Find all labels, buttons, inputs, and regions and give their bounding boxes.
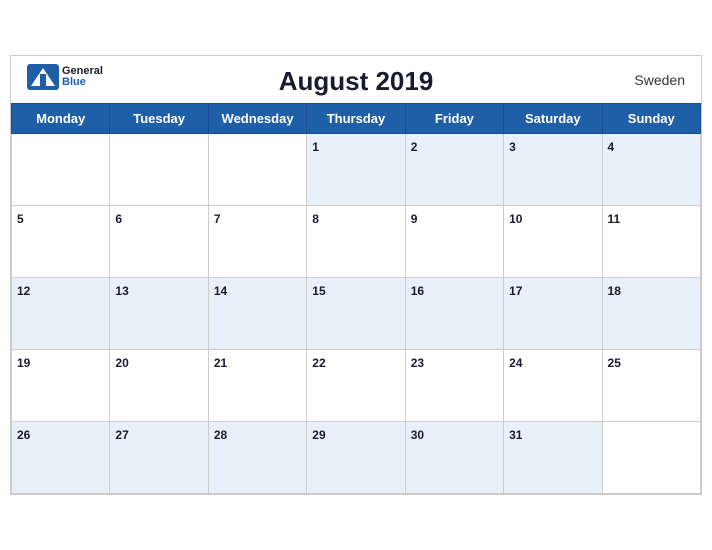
logo-icon bbox=[27, 64, 59, 90]
day-number: 13 bbox=[115, 284, 128, 298]
header-thursday: Thursday bbox=[307, 104, 405, 134]
calendar-day-cell: 8 bbox=[307, 206, 405, 278]
calendar-day-cell: 31 bbox=[504, 422, 602, 494]
calendar-header: General Blue August 2019 Sweden bbox=[11, 56, 701, 103]
calendar-container: General Blue August 2019 Sweden Monday T… bbox=[10, 55, 702, 495]
calendar-day-cell: 27 bbox=[110, 422, 208, 494]
calendar-day-cell: 9 bbox=[405, 206, 503, 278]
day-number: 18 bbox=[608, 284, 621, 298]
country-label: Sweden bbox=[634, 72, 685, 88]
day-number: 12 bbox=[17, 284, 30, 298]
logo-blue-text: Blue bbox=[62, 77, 103, 88]
day-number: 24 bbox=[509, 356, 522, 370]
day-number: 23 bbox=[411, 356, 424, 370]
calendar-day-cell: 21 bbox=[208, 350, 306, 422]
calendar-week-row: 1 2 3 4 bbox=[12, 134, 701, 206]
day-number: 10 bbox=[509, 212, 522, 226]
day-number: 19 bbox=[17, 356, 30, 370]
calendar-day-cell: 29 bbox=[307, 422, 405, 494]
header-friday: Friday bbox=[405, 104, 503, 134]
header-tuesday: Tuesday bbox=[110, 104, 208, 134]
logo-area: General Blue bbox=[27, 64, 103, 90]
calendar-table: Monday Tuesday Wednesday Thursday Friday… bbox=[11, 103, 701, 494]
day-number: 15 bbox=[312, 284, 325, 298]
calendar-day-cell: 15 bbox=[307, 278, 405, 350]
day-number: 29 bbox=[312, 428, 325, 442]
calendar-day-cell: 19 bbox=[12, 350, 110, 422]
day-number: 21 bbox=[214, 356, 227, 370]
day-number: 7 bbox=[214, 212, 221, 226]
day-number: 16 bbox=[411, 284, 424, 298]
calendar-day-cell: 4 bbox=[602, 134, 700, 206]
calendar-day-cell: 14 bbox=[208, 278, 306, 350]
calendar-day-cell: 3 bbox=[504, 134, 602, 206]
calendar-day-cell bbox=[110, 134, 208, 206]
header-wednesday: Wednesday bbox=[208, 104, 306, 134]
day-number: 6 bbox=[115, 212, 122, 226]
calendar-day-cell: 5 bbox=[12, 206, 110, 278]
calendar-day-cell: 1 bbox=[307, 134, 405, 206]
calendar-day-cell: 17 bbox=[504, 278, 602, 350]
calendar-day-cell: 24 bbox=[504, 350, 602, 422]
day-number: 3 bbox=[509, 140, 516, 154]
day-number: 26 bbox=[17, 428, 30, 442]
day-number: 5 bbox=[17, 212, 24, 226]
day-number: 31 bbox=[509, 428, 522, 442]
header-saturday: Saturday bbox=[504, 104, 602, 134]
calendar-day-cell: 13 bbox=[110, 278, 208, 350]
day-number: 27 bbox=[115, 428, 128, 442]
calendar-day-cell: 6 bbox=[110, 206, 208, 278]
calendar-day-cell: 26 bbox=[12, 422, 110, 494]
calendar-day-cell: 28 bbox=[208, 422, 306, 494]
calendar-day-cell: 2 bbox=[405, 134, 503, 206]
calendar-week-row: 5 6 7 8 9 10 11 bbox=[12, 206, 701, 278]
calendar-day-cell: 30 bbox=[405, 422, 503, 494]
calendar-day-cell: 7 bbox=[208, 206, 306, 278]
day-number: 4 bbox=[608, 140, 615, 154]
day-number: 28 bbox=[214, 428, 227, 442]
day-number: 8 bbox=[312, 212, 319, 226]
calendar-day-cell: 10 bbox=[504, 206, 602, 278]
day-number: 9 bbox=[411, 212, 418, 226]
calendar-day-cell: 22 bbox=[307, 350, 405, 422]
day-number: 11 bbox=[608, 212, 621, 226]
calendar-week-row: 19 20 21 22 23 24 25 bbox=[12, 350, 701, 422]
header-sunday: Sunday bbox=[602, 104, 700, 134]
calendar-day-cell bbox=[602, 422, 700, 494]
header-monday: Monday bbox=[12, 104, 110, 134]
day-number: 20 bbox=[115, 356, 128, 370]
calendar-day-cell: 11 bbox=[602, 206, 700, 278]
calendar-day-cell: 25 bbox=[602, 350, 700, 422]
day-number: 25 bbox=[608, 356, 621, 370]
calendar-day-cell: 20 bbox=[110, 350, 208, 422]
calendar-week-row: 12 13 14 15 16 17 18 bbox=[12, 278, 701, 350]
calendar-day-cell: 18 bbox=[602, 278, 700, 350]
calendar-day-cell: 12 bbox=[12, 278, 110, 350]
day-number: 2 bbox=[411, 140, 418, 154]
calendar-title: August 2019 bbox=[279, 66, 434, 97]
day-number: 14 bbox=[214, 284, 227, 298]
day-number: 17 bbox=[509, 284, 522, 298]
calendar-day-cell bbox=[208, 134, 306, 206]
day-number: 30 bbox=[411, 428, 424, 442]
calendar-week-row: 26 27 28 29 30 31 bbox=[12, 422, 701, 494]
calendar-day-cell: 23 bbox=[405, 350, 503, 422]
calendar-day-cell: 16 bbox=[405, 278, 503, 350]
weekday-header-row: Monday Tuesday Wednesday Thursday Friday… bbox=[12, 104, 701, 134]
day-number: 22 bbox=[312, 356, 325, 370]
calendar-day-cell bbox=[12, 134, 110, 206]
day-number: 1 bbox=[312, 140, 319, 154]
